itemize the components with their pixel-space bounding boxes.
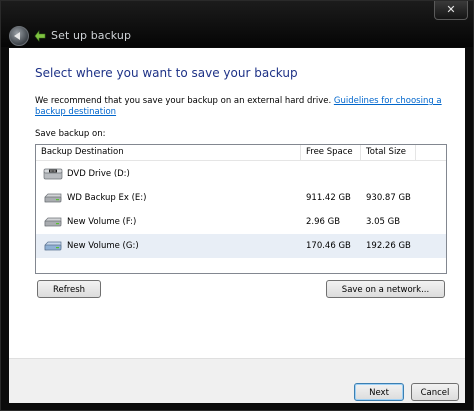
destination-name: New Volume (G:) [67, 241, 139, 251]
title-bar: Set up backup ✕ [1, 1, 473, 47]
page-title: Select where you want to save your backu… [35, 66, 298, 80]
dvd-drive-icon: DVD [43, 168, 63, 180]
recommendation-sentence: We recommend that you save your backup o… [35, 96, 332, 106]
destination-name: DVD Drive (D:) [67, 169, 130, 179]
window-title: Set up backup [51, 29, 132, 42]
total-size: 3.05 GB [366, 217, 401, 227]
backup-app-icon [34, 30, 46, 42]
svg-text:DVD: DVD [50, 169, 56, 173]
wizard-footer: Next Cancel [9, 358, 465, 403]
cancel-button[interactable]: Cancel [411, 383, 459, 401]
backup-window: Set up backup ✕ Select where you want to… [0, 0, 474, 411]
backup-destination-list[interactable]: Backup Destination Free Space Total Size… [35, 144, 447, 274]
destination-row-dvd[interactable]: DVD DVD Drive (D:) [36, 162, 446, 186]
close-icon[interactable]: ✕ [434, 1, 468, 20]
column-header-destination[interactable]: Backup Destination [36, 145, 301, 160]
free-space: 2.96 GB [306, 217, 341, 227]
hard-drive-icon [44, 217, 62, 227]
column-header-total-size[interactable]: Total Size [361, 145, 416, 160]
recommendation-text: We recommend that you save your backup o… [35, 96, 455, 118]
next-button[interactable]: Next [354, 383, 404, 401]
destination-name: New Volume (F:) [67, 217, 137, 227]
free-space: 170.46 GB [306, 241, 351, 251]
total-size: 930.87 GB [366, 193, 411, 203]
save-backup-on-label: Save backup on: [35, 129, 106, 139]
wizard-content: Select where you want to save your backu… [9, 48, 465, 358]
save-on-network-button[interactable]: Save on a network... [326, 280, 445, 298]
destination-row-g[interactable]: New Volume (G:) 170.46 GB 192.26 GB [36, 234, 446, 258]
destination-row-f[interactable]: New Volume (F:) 2.96 GB 3.05 GB [36, 210, 446, 234]
back-arrow-icon[interactable] [9, 26, 29, 46]
total-size: 192.26 GB [366, 241, 411, 251]
list-header: Backup Destination Free Space Total Size [36, 145, 446, 161]
column-header-free-space[interactable]: Free Space [301, 145, 361, 160]
refresh-button[interactable]: Refresh [37, 280, 101, 298]
destination-row-e[interactable]: WD Backup Ex (E:) 911.42 GB 930.87 GB [36, 186, 446, 210]
destination-name: WD Backup Ex (E:) [67, 193, 147, 203]
hard-drive-icon [44, 241, 62, 251]
free-space: 911.42 GB [306, 193, 351, 203]
hard-drive-icon [44, 193, 62, 203]
